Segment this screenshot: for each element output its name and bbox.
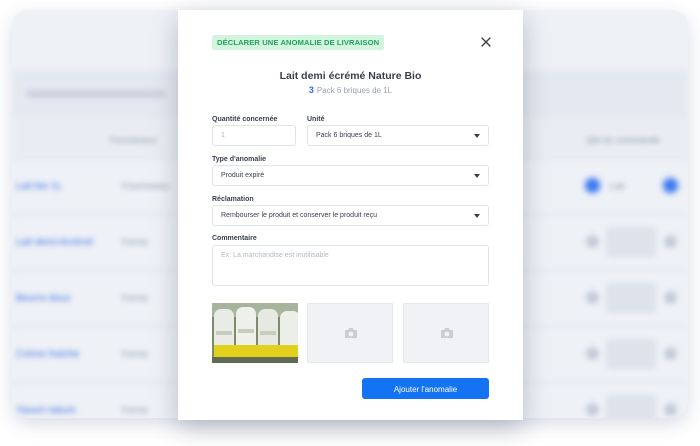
unit-select[interactable]: Pack 6 briques de 1L	[307, 125, 489, 146]
comment-label: Commentaire	[212, 235, 257, 242]
add-anomaly-button[interactable]: Ajouter l'anomalie	[362, 378, 489, 399]
background-header-supplier: Fournisseur	[110, 135, 158, 145]
product-title: Lait demi écrémé Nature Bio	[279, 70, 422, 82]
close-icon[interactable]	[479, 35, 493, 49]
chevron-down-icon	[474, 214, 480, 218]
unit-label: Unité	[307, 116, 325, 123]
anomaly-modal: DÉCLARER UNE ANOMALIE DE LIVRAISON Lait …	[178, 10, 523, 420]
modal-badge: DÉCLARER UNE ANOMALIE DE LIVRAISON	[212, 35, 385, 50]
product-subtitle: 3 Pack 6 briques de 1L	[178, 85, 523, 95]
comment-textarea[interactable]: Ex. La marchandise est inutilisable	[212, 245, 489, 286]
photo-slot-empty[interactable]	[307, 303, 393, 363]
anomaly-type-value: Produit expiré	[221, 172, 265, 179]
claim-select[interactable]: Rembourser le produit et conserver le pr…	[212, 205, 489, 226]
unit-value: Pack 6 briques de 1L	[316, 132, 382, 139]
ordered-quantity: 3	[308, 85, 314, 95]
anomaly-type-label: Type d'anomalie	[212, 156, 267, 163]
chevron-down-icon	[474, 134, 480, 138]
photo-slot-empty[interactable]	[403, 303, 489, 363]
chevron-down-icon	[474, 174, 480, 178]
claim-label: Réclamation	[212, 196, 254, 203]
background-header-qty: Qté du commande	[586, 135, 661, 145]
pack-label: Pack 6 briques de 1L	[316, 86, 393, 95]
claim-value: Rembourser le produit et conserver le pr…	[221, 212, 378, 219]
anomaly-type-select[interactable]: Produit expiré	[212, 165, 489, 186]
uploaded-photo[interactable]	[212, 303, 298, 363]
camera-icon	[441, 328, 453, 338]
camera-icon	[345, 328, 357, 338]
quantity-label: Quantité concernée	[212, 116, 278, 123]
quantity-input[interactable]: 1	[212, 125, 296, 146]
